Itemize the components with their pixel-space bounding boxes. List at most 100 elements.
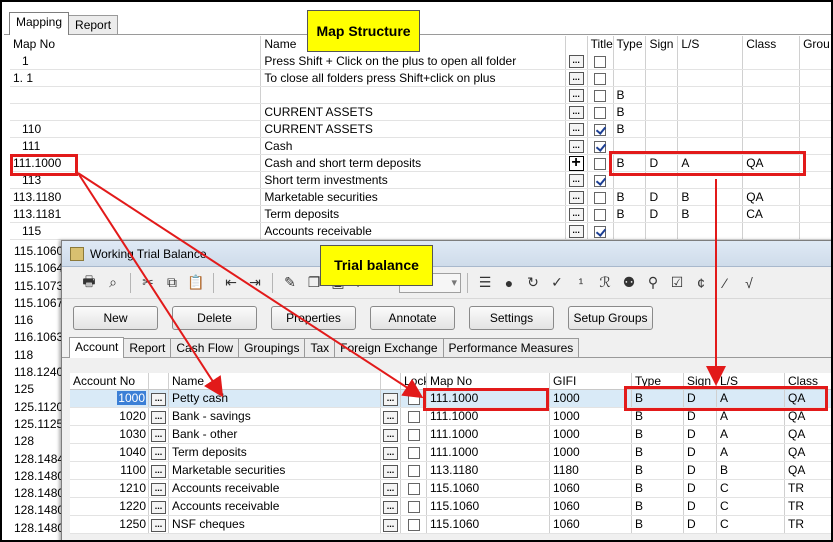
col-header-gifi[interactable]: GIFI (550, 373, 632, 389)
type-cell[interactable]: B (614, 189, 647, 205)
ellipsis-button[interactable]: ... (383, 428, 398, 442)
new-button[interactable]: New (73, 306, 158, 330)
map-no-cell[interactable]: 111 (10, 138, 262, 154)
sqrt-icon[interactable]: √ (738, 272, 760, 294)
map-no-cell[interactable]: 115.1060 (427, 498, 550, 515)
col-header-account-no[interactable]: Account No (70, 373, 149, 389)
title-checkbox[interactable] (594, 140, 607, 153)
ellipsis-button[interactable]: ... (568, 106, 584, 119)
name-cell[interactable]: Cash (261, 138, 566, 154)
col-header-ls[interactable]: L/S (678, 36, 744, 53)
lock-checkbox[interactable] (407, 465, 420, 477)
name-cell[interactable]: Accounts receivable (261, 223, 566, 239)
gifi-cell[interactable]: 1000 (550, 426, 632, 443)
circle-icon[interactable]: ● (498, 272, 520, 294)
name-cell[interactable]: Cash and short term deposits (261, 155, 566, 171)
trial-row[interactable]: 1040... Term deposits... 111.1000 1000 B D A QA (70, 444, 831, 462)
grou-cell[interactable] (800, 70, 831, 86)
mapping-row[interactable]: 113.1181 Term deposits... B D B CA (10, 206, 831, 223)
map-no-cell[interactable]: 111.1000 (427, 444, 550, 461)
class-cell[interactable]: QA (785, 426, 831, 443)
ls-cell[interactable]: B (717, 462, 785, 479)
account-no-cell[interactable]: 1220 (70, 498, 149, 515)
type-cell[interactable] (614, 70, 647, 86)
ellipsis-button[interactable]: ... (568, 174, 584, 187)
ellipsis-button[interactable]: ... (151, 446, 166, 460)
lock-checkbox[interactable] (407, 429, 420, 441)
map-no-cell[interactable]: 1 (10, 53, 262, 69)
name-cell[interactable]: Accounts receivable (169, 498, 381, 515)
class-cell[interactable]: CA (743, 206, 801, 222)
ellipsis-button[interactable]: ... (383, 464, 398, 478)
type-cell[interactable]: B (632, 498, 684, 515)
lock-checkbox[interactable] (407, 483, 420, 495)
name-cell[interactable]: To close all folders press Shift+click o… (261, 70, 566, 86)
class-cell[interactable]: TR (785, 480, 831, 497)
class-cell[interactable]: QA (785, 462, 831, 479)
sign-cell[interactable] (646, 223, 679, 239)
ellipsis-button[interactable]: ... (383, 410, 398, 424)
class-cell[interactable] (743, 53, 801, 69)
col-header-type[interactable]: Type (614, 36, 647, 53)
ls-cell[interactable] (678, 87, 744, 103)
name-cell[interactable]: Accounts receivable (169, 480, 381, 497)
ellipsis-button[interactable]: ... (151, 518, 166, 532)
lock-checkbox[interactable] (407, 411, 420, 423)
grou-cell[interactable] (800, 206, 831, 222)
name-cell[interactable]: Marketable securities (169, 462, 381, 479)
ls-cell[interactable] (678, 70, 744, 86)
class-cell[interactable]: TR (785, 498, 831, 515)
name-cell[interactable]: Bank - savings (169, 408, 381, 425)
delete-button[interactable]: Delete (172, 306, 257, 330)
trial-row[interactable]: 1220... Accounts receivable... 115.1060 106… (70, 498, 831, 516)
account-no-cell[interactable]: 1040 (70, 444, 149, 461)
ellipsis-button[interactable]: ... (383, 518, 398, 532)
gifi-cell[interactable]: 1060 (550, 480, 632, 497)
sign-cell[interactable]: D (684, 462, 717, 479)
col-header-class[interactable]: Class (743, 36, 801, 53)
grou-cell[interactable] (800, 121, 831, 137)
title-checkbox[interactable] (594, 89, 607, 102)
title-checkbox[interactable] (594, 157, 607, 170)
class-cell[interactable] (743, 121, 801, 137)
col-header-map-no[interactable]: Map No (10, 36, 262, 53)
account-no-cell[interactable]: 1250 (70, 516, 149, 533)
grou-cell[interactable] (800, 104, 831, 120)
gifi-cell[interactable]: 1180 (550, 462, 632, 479)
trial-row[interactable]: 1210... Accounts receivable... 115.1060 106… (70, 480, 831, 498)
sign-cell[interactable] (646, 87, 679, 103)
list-icon[interactable]: ☰ (474, 272, 496, 294)
trial-row[interactable]: 1250... NSF cheques... 115.1060 1060 B D C TR (70, 516, 831, 534)
tab-account[interactable]: Account (69, 337, 125, 358)
ls-cell[interactable]: C (717, 498, 785, 515)
outdent-icon[interactable]: ⇤ (220, 272, 242, 294)
ls-cell[interactable] (678, 104, 744, 120)
tab-tax[interactable]: Tax (304, 338, 336, 357)
ls-cell[interactable] (678, 53, 744, 69)
class-cell[interactable] (743, 87, 801, 103)
type-cell[interactable]: B (614, 206, 647, 222)
ls-cell[interactable]: B (678, 206, 744, 222)
col-header-title[interactable]: Title (588, 36, 614, 53)
type-cell[interactable] (614, 223, 647, 239)
type-cell[interactable]: B (632, 480, 684, 497)
tab-report[interactable]: Report (123, 338, 172, 357)
name-cell[interactable]: Short term investments (261, 172, 566, 188)
ellipsis-button[interactable]: ... (151, 392, 166, 406)
paste-icon[interactable]: 📋 (185, 272, 207, 294)
tab-mapping[interactable]: Mapping (9, 12, 70, 35)
lock-checkbox[interactable] (407, 501, 420, 513)
ellipsis-button[interactable]: ... (568, 140, 584, 153)
ls-cell[interactable]: B (678, 189, 744, 205)
name-cell[interactable]: CURRENT ASSETS (261, 104, 566, 120)
ellipsis-button[interactable]: ... (568, 89, 584, 102)
grou-cell[interactable] (800, 53, 831, 69)
mapping-row[interactable]: 1 Press Shift + Click on the plus to open… (10, 53, 831, 70)
tick-icon[interactable]: ✓ (546, 272, 568, 294)
ellipsis-button[interactable]: ... (383, 392, 398, 406)
reference-icon[interactable]: ℛ (594, 272, 616, 294)
print-preview-icon[interactable]: ⌕ (102, 272, 124, 294)
plus-icon[interactable]: + (568, 155, 584, 171)
type-cell[interactable]: B (614, 121, 647, 137)
mapping-row[interactable]: CURRENT ASSETS... B (10, 104, 831, 121)
